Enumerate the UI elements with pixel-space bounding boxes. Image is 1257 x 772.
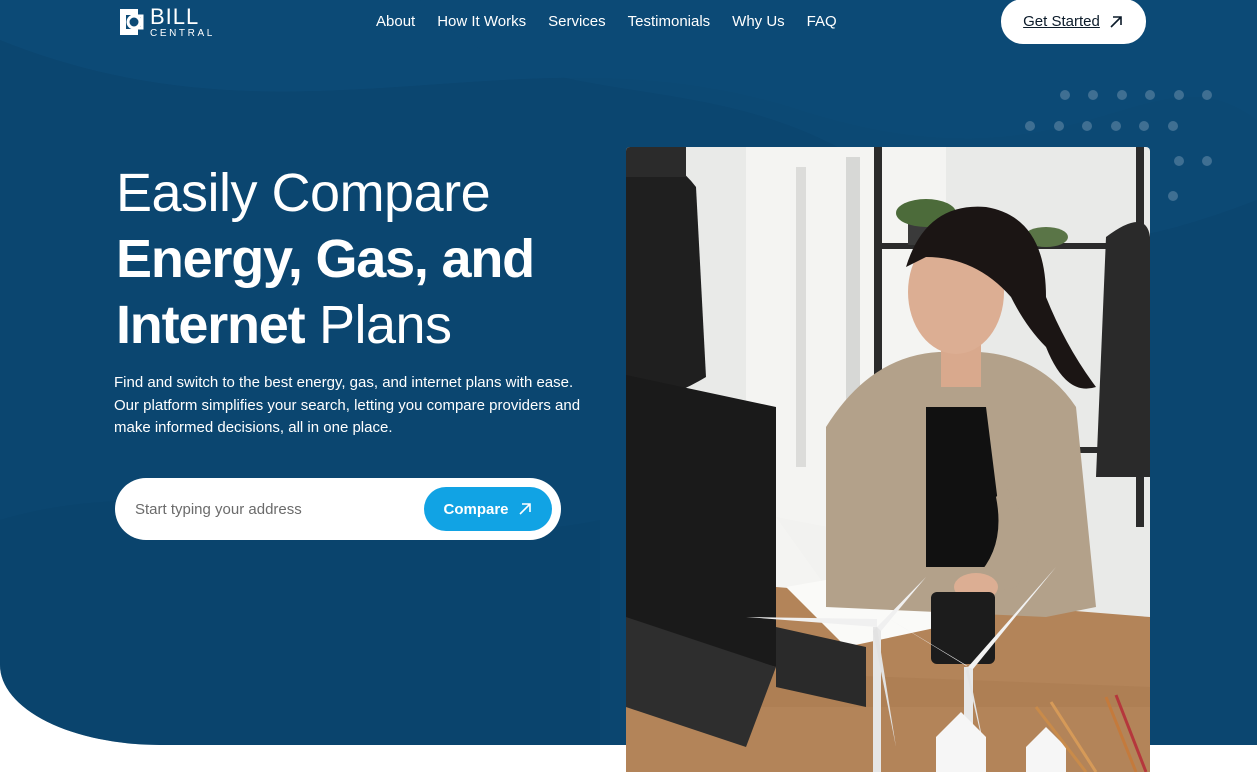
nav-services[interactable]: Services [548, 13, 606, 30]
logo[interactable]: BILL CENTRAL [116, 5, 215, 39]
nav-faq[interactable]: FAQ [807, 13, 837, 30]
logo-wordmark: BILL CENTRAL [150, 3, 215, 39]
headline-line-2: Energy, Gas, and [116, 229, 535, 289]
get-started-button[interactable]: Get Started [1001, 0, 1146, 44]
nav-about[interactable]: About [376, 13, 415, 30]
compare-label: Compare [443, 500, 509, 518]
address-input[interactable] [135, 500, 415, 518]
hero-description: Find and switch to the best energy, gas,… [114, 374, 581, 436]
nav-testimonials[interactable]: Testimonials [628, 13, 711, 30]
address-search-bar: Compare [115, 478, 561, 540]
nav-how-it-works[interactable]: How It Works [437, 13, 526, 30]
headline-line-3-regular: Plans [318, 295, 452, 355]
nav-why-us[interactable]: Why Us [732, 13, 785, 30]
logo-name-line2: CENTRAL [150, 27, 215, 39]
main-nav: About How It Works Services Testimonials… [376, 13, 837, 30]
headline-line-3-bold: Internet [116, 295, 306, 355]
headline-line-1: Easily Compare [116, 163, 491, 223]
get-started-label: Get Started [1023, 13, 1100, 30]
logo-name-line1: BILL [150, 3, 200, 29]
hero-headline: Easily Compare Energy, Gas, and Internet… [116, 160, 535, 358]
arrow-up-right-icon [518, 503, 531, 515]
compare-button[interactable]: Compare [424, 487, 552, 531]
arrow-up-right-icon [1110, 15, 1122, 28]
woman-at-desk-photo [626, 147, 1150, 772]
bill-central-logo-icon [120, 9, 144, 35]
headline-line-3: Internet Plans [116, 292, 534, 358]
hero-photo [626, 147, 1150, 772]
